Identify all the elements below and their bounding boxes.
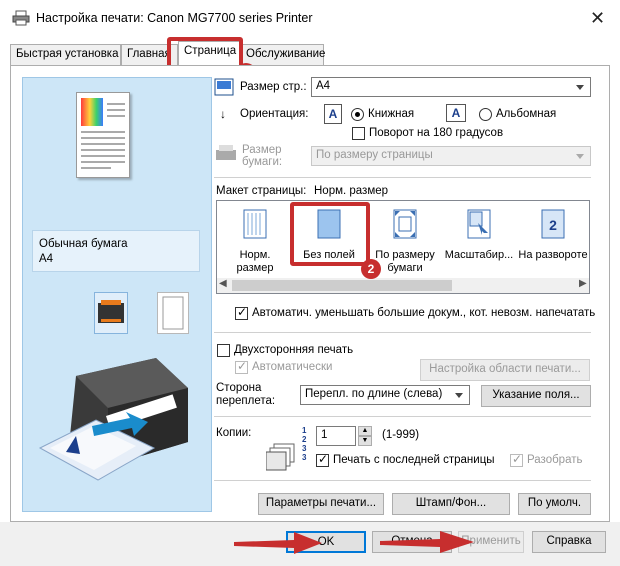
close-icon[interactable]: ✕ — [590, 8, 605, 29]
annotation-badge-2: 2 — [361, 259, 381, 279]
layout-scrollbar-thumb[interactable] — [232, 280, 452, 291]
duplex-label: Двухсторонняя печать — [234, 344, 354, 356]
help-button[interactable]: Справка — [532, 531, 606, 553]
print-options-button[interactable]: Параметры печати... — [258, 493, 384, 515]
printer-icon — [12, 10, 30, 26]
paper-size-label-line2: бумаги: — [242, 156, 283, 168]
divider — [214, 416, 591, 417]
duplex-auto-label: Автоматически — [252, 361, 333, 373]
page-size-label: Размер стр.: — [240, 81, 307, 93]
rotate-label: Поворот на 180 градусов — [369, 127, 504, 139]
layout-fit-page-line1: По размеру — [375, 249, 435, 261]
layout-scaled[interactable]: Масштабир... — [443, 201, 515, 262]
page-size-icon — [214, 78, 234, 96]
paper-type-label: Обычная бумага — [39, 238, 128, 250]
scroll-left-icon[interactable]: ◀ — [219, 278, 227, 289]
layout-spread-icon: 2 — [541, 209, 565, 239]
paper-size-label-line1: Размер — [242, 144, 282, 156]
copies-down-icon[interactable]: ▼ — [358, 436, 372, 446]
layout-normal-icon — [243, 209, 267, 239]
print-area-button: Настройка области печати... — [420, 359, 590, 381]
duplex-auto-checkbox — [235, 359, 248, 374]
binding-label-line1: Сторона — [216, 382, 262, 394]
duplex-checkbox[interactable] — [217, 344, 230, 357]
layout-normal-line2: размер — [236, 262, 274, 274]
paper-source-icon — [94, 292, 128, 334]
orientation-label: Ориентация: — [240, 108, 309, 120]
stamp-background-button[interactable]: Штамп/Фон... — [392, 493, 510, 515]
copies-input[interactable]: 1 — [316, 426, 356, 446]
page-preview-sheet — [76, 92, 130, 178]
reverse-order-checkbox[interactable] — [316, 452, 329, 467]
binding-label-line2: переплета: — [216, 395, 276, 407]
paper-size-printer-icon — [216, 145, 236, 160]
layout-label: Макет страницы: — [216, 185, 307, 197]
copies-up-icon[interactable]: ▲ — [358, 426, 372, 436]
layout-spread[interactable]: 2 На развороте — [515, 201, 589, 262]
paper-info-box: Обычная бумага A4 — [32, 230, 200, 272]
svg-text:2: 2 — [549, 217, 557, 233]
rotate-checkbox[interactable] — [352, 127, 365, 140]
binding-label: Сторона переплета: — [216, 382, 275, 408]
landscape-radio[interactable] — [479, 108, 492, 121]
copies-stack-icon — [266, 443, 295, 471]
paper-size-label: A4 — [39, 253, 54, 265]
portrait-radio[interactable] — [351, 108, 364, 121]
margin-button[interactable]: Указание поля... — [481, 385, 591, 407]
highlight-box-borderless — [290, 202, 370, 266]
annotation-arrows — [234, 531, 474, 554]
reverse-order-label: Печать с последней страницы — [333, 454, 495, 466]
paper-sheet-icon — [157, 292, 189, 334]
page-order-icon: 1233 — [302, 426, 307, 462]
copies-range: (1-999) — [382, 429, 420, 441]
paper-size-label: Размер бумаги: — [242, 144, 282, 168]
defaults-button[interactable]: По умолч. — [518, 493, 591, 515]
landscape-icon: A — [446, 104, 466, 122]
window-title: Настройка печати: Canon MG7700 series Pr… — [36, 11, 313, 25]
landscape-label: Альбомная — [496, 108, 557, 120]
divider — [214, 332, 591, 333]
layout-scaled-icon — [467, 209, 491, 239]
layout-fit-page-icon — [393, 209, 417, 239]
page-size-select[interactable]: A4 — [311, 77, 591, 97]
printer-illustration-icon — [38, 358, 188, 481]
layout-value: Норм. размер — [314, 185, 389, 197]
collate-label: Разобрать — [527, 454, 583, 466]
collate-checkbox — [510, 452, 523, 467]
auto-reduce-checkbox[interactable] — [235, 305, 248, 320]
binding-select[interactable]: Перепл. по длине (слева) — [300, 385, 470, 405]
paper-size-select: По размеру страницы — [311, 146, 591, 166]
auto-reduce-label: Автоматич. уменьшать большие докум., кот… — [252, 307, 596, 319]
portrait-icon: A — [324, 104, 342, 124]
divider — [214, 480, 591, 481]
layout-normal-line1: Норм. — [239, 249, 271, 261]
tab-maintenance[interactable]: Обслуживание — [240, 44, 325, 65]
orientation-arrow-icon: ↓ — [220, 107, 226, 121]
scroll-right-icon[interactable]: ▶ — [579, 278, 587, 289]
portrait-label: Книжная — [368, 108, 415, 120]
layout-normal[interactable]: Норм. размер — [219, 201, 291, 275]
divider — [214, 177, 591, 178]
layout-scaled-line1: Масштабир... — [444, 249, 514, 261]
tab-quick-setup[interactable]: Быстрая установка — [10, 44, 121, 65]
layout-spread-line1: На развороте — [518, 249, 588, 261]
copies-label: Копии: — [216, 427, 252, 439]
